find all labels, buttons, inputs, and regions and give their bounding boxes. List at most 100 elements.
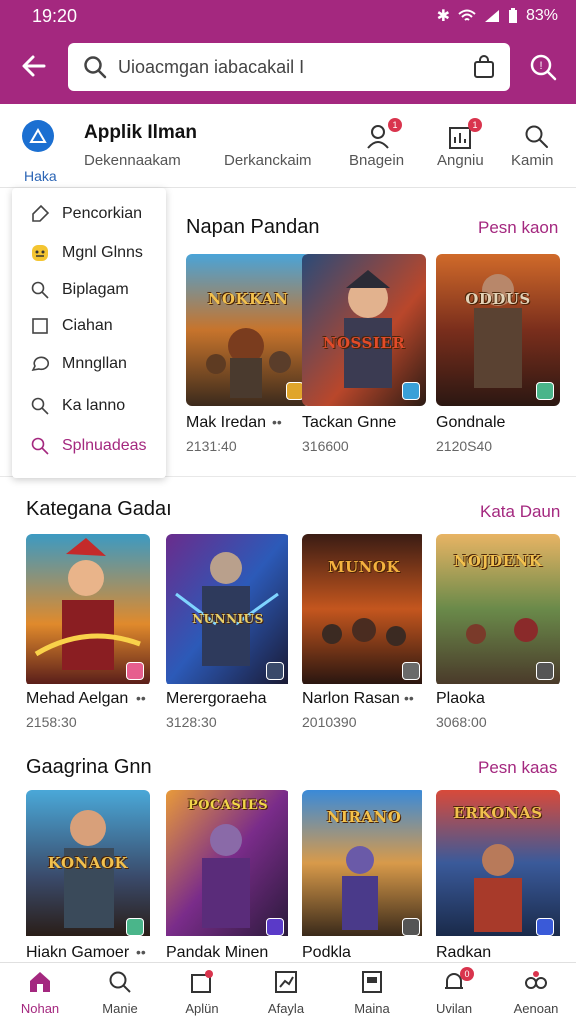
game-title-art: NOSSIER bbox=[322, 334, 406, 352]
nav-home[interactable]: Haka bbox=[22, 120, 62, 184]
bluetooth-icon: ✱ bbox=[436, 8, 450, 25]
game-card[interactable]: NOSSIER bbox=[302, 254, 426, 406]
dropdown-item[interactable]: Ka lanno bbox=[30, 394, 125, 418]
nav-item-angniu[interactable]: Angniu bbox=[437, 152, 484, 169]
game-size: 2158:30 bbox=[26, 714, 77, 730]
back-arrow-icon[interactable] bbox=[18, 50, 50, 82]
nav-item-bnagein[interactable]: Bnagein bbox=[349, 152, 404, 169]
game-size: 3068:00 bbox=[436, 714, 487, 730]
game-card[interactable]: ODDUS bbox=[436, 254, 560, 406]
game-size: 3128:30 bbox=[166, 714, 217, 730]
bottom-navigation: Nohan Manie Aplün Afayla Maina 0 Uvilan … bbox=[0, 962, 576, 1024]
battery-percent: 83% bbox=[525, 7, 558, 24]
section-see-more-link[interactable]: Kata Daun bbox=[480, 502, 560, 522]
search-icon bbox=[31, 397, 49, 415]
game-name[interactable]: Mehad Aelgan bbox=[26, 690, 128, 708]
battery-icon bbox=[508, 8, 517, 23]
game-card[interactable]: NIRANO bbox=[302, 790, 426, 942]
game-card[interactable]: NUNNIUS bbox=[166, 534, 290, 686]
dropdown-item-label: Mgnl Glnns bbox=[62, 244, 143, 261]
nav-item-dekennaakam[interactable]: Dekennaakam bbox=[84, 152, 181, 169]
bottom-nav-aenoan[interactable]: Aenoan bbox=[500, 969, 572, 1016]
game-name[interactable]: Narlon Rasan bbox=[302, 690, 400, 708]
more-options-icon[interactable]: •• bbox=[136, 690, 146, 706]
section-title: Gaagrina Gnn bbox=[26, 756, 152, 778]
chart-icon bbox=[275, 971, 297, 993]
bottom-nav-label: Maina bbox=[354, 1001, 390, 1016]
bottom-nav-label: Aplün bbox=[185, 1001, 219, 1016]
game-size: 2120S40 bbox=[436, 438, 493, 454]
dropdown-menu: Pencorkian Mgnl Glnns Biplagam Ciahan Mn… bbox=[12, 188, 166, 478]
home-icon bbox=[30, 972, 50, 992]
bottom-nav-label: Nohan bbox=[20, 1001, 60, 1016]
more-options-icon[interactable]: •• bbox=[272, 414, 282, 430]
top-app-bar: 19:20 ✱ 83% Uioacmgan iabacakail I ! bbox=[0, 0, 576, 104]
dropdown-item-label: Splnuadeas bbox=[62, 437, 147, 454]
game-name[interactable]: Plaoka bbox=[436, 690, 485, 708]
search-icon bbox=[31, 281, 49, 299]
wifi-icon bbox=[458, 9, 476, 21]
bottom-nav-afayla[interactable]: Afayla bbox=[250, 969, 322, 1016]
game-card[interactable]: NOJDENK bbox=[436, 534, 560, 686]
game-name[interactable]: Gondnale bbox=[436, 414, 505, 432]
section-see-more-link[interactable]: Pesn kaas bbox=[478, 758, 557, 778]
game-name[interactable]: Podkla bbox=[302, 944, 351, 962]
game-size: 2131:40 bbox=[186, 438, 237, 454]
nav-badge-person: 1 bbox=[388, 118, 402, 132]
platform-icon bbox=[402, 382, 420, 400]
game-card[interactable]: KONAOK bbox=[26, 790, 150, 942]
dropdown-item[interactable]: Biplagam bbox=[30, 278, 129, 302]
game-name[interactable]: Mak Iredan bbox=[186, 414, 266, 432]
bottom-nav-search[interactable]: Manie bbox=[84, 969, 156, 1016]
nav-item-kamin[interactable]: Kamin bbox=[511, 152, 554, 169]
game-card[interactable] bbox=[26, 534, 150, 686]
app-icon bbox=[191, 970, 213, 993]
section-see-more-link[interactable]: Pesn kaon bbox=[478, 218, 558, 238]
bottom-nav-label: Uvilan bbox=[435, 1001, 473, 1016]
platform-icon bbox=[266, 662, 284, 680]
status-icons: ✱ 83% bbox=[437, 6, 558, 26]
game-card[interactable]: MUNOK bbox=[302, 534, 426, 686]
game-card[interactable]: NOKKAN bbox=[186, 254, 310, 406]
nav-item-derkanckaim[interactable]: Derkanckaim bbox=[224, 152, 312, 169]
dropdown-item-active[interactable]: Splnuadeas bbox=[30, 434, 147, 458]
bottom-nav-uvilan[interactable]: 0 Uvilan bbox=[418, 967, 490, 1016]
bottom-nav-apps[interactable]: Aplün bbox=[166, 969, 238, 1016]
shopping-bag-icon[interactable] bbox=[472, 55, 496, 79]
game-name[interactable]: Hiakn Gamoer bbox=[26, 944, 129, 962]
game-title-art: MUNOK bbox=[328, 558, 400, 576]
search-icon bbox=[31, 437, 49, 455]
tag-icon bbox=[32, 204, 50, 222]
search-icon bbox=[109, 971, 131, 993]
help-search-icon[interactable]: ! bbox=[528, 52, 558, 82]
game-card[interactable]: ERKONAS bbox=[436, 790, 560, 942]
game-name[interactable]: Merergoraeha bbox=[166, 690, 267, 708]
game-card[interactable]: POCASIES bbox=[166, 790, 290, 942]
nav-badge-stats: 1 bbox=[468, 118, 482, 132]
dropdown-item[interactable]: Mgnl Glnns bbox=[30, 241, 143, 265]
app-logo-icon bbox=[22, 120, 54, 152]
bottom-nav-home[interactable]: Nohan bbox=[4, 969, 76, 1016]
game-name[interactable]: Tackan Gnne bbox=[302, 414, 396, 432]
search-bar[interactable]: Uioacmgan iabacakail I bbox=[68, 43, 510, 91]
game-title-art: POCASIES bbox=[187, 798, 269, 813]
search-icon bbox=[84, 56, 107, 79]
search-icon[interactable] bbox=[522, 122, 552, 152]
search-input[interactable]: Uioacmgan iabacakail I bbox=[118, 57, 304, 78]
game-name[interactable]: Pandak Minen bbox=[166, 944, 268, 962]
dropdown-item-label: Biplagam bbox=[62, 281, 129, 298]
dropdown-item-label: Mnngllan bbox=[62, 355, 127, 372]
dropdown-item[interactable]: Mnngllan bbox=[30, 352, 127, 376]
emoji-icon bbox=[32, 245, 48, 261]
game-name[interactable]: Radkan bbox=[436, 944, 491, 962]
platform-icon bbox=[402, 662, 420, 680]
more-options-icon[interactable]: •• bbox=[136, 944, 146, 960]
svg-text:!: ! bbox=[539, 60, 542, 72]
dropdown-item[interactable]: Pencorkian bbox=[30, 202, 142, 226]
platform-icon bbox=[536, 382, 554, 400]
more-options-icon[interactable]: •• bbox=[404, 690, 414, 706]
bottom-nav-maina[interactable]: Maina bbox=[336, 969, 408, 1016]
dropdown-item[interactable]: Ciahan bbox=[30, 314, 113, 338]
platform-icon bbox=[126, 918, 144, 936]
chat-icon bbox=[31, 356, 50, 372]
